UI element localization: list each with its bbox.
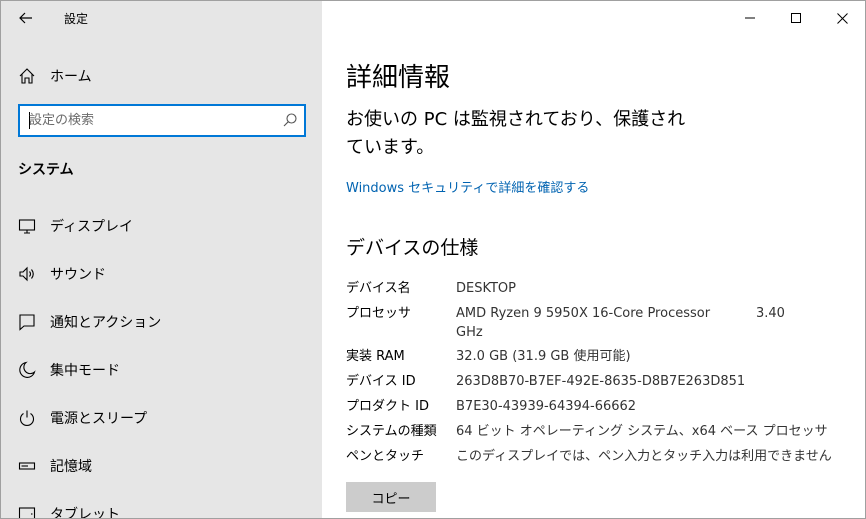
sidebar-item-sound[interactable]: サウンド xyxy=(1,254,322,294)
sidebar: 設定 ホーム システム ディスプレイ xyxy=(1,1,322,519)
back-arrow-icon xyxy=(19,12,32,24)
search-icon[interactable] xyxy=(282,112,298,128)
sidebar-item-focus[interactable]: 集中モード xyxy=(1,350,322,390)
sidebar-item-label: 電源とスリープ xyxy=(50,411,148,427)
spec-key: システムの種類 xyxy=(346,424,437,439)
sidebar-item-home[interactable]: ホーム xyxy=(1,59,322,91)
sidebar-item-label: 集中モード xyxy=(50,363,120,379)
storage-icon xyxy=(18,462,36,470)
home-icon xyxy=(19,68,35,84)
spec-key: 実装 RAM xyxy=(346,349,405,364)
sidebar-item-display[interactable]: ディスプレイ xyxy=(1,206,322,246)
search-input[interactable] xyxy=(20,106,270,135)
spec-value: 263D8B70-B7EF-492E-8635-D8B7E263D851 xyxy=(456,374,746,389)
copy-button[interactable]: コピー xyxy=(346,482,436,512)
sidebar-item-label: サウンド xyxy=(50,267,106,283)
search-box[interactable] xyxy=(18,104,306,137)
app-title: 設定 xyxy=(64,12,89,26)
sidebar-item-storage[interactable]: 記憶域 xyxy=(1,446,322,486)
sidebar-item-label: 通知とアクション xyxy=(50,315,162,331)
spec-value-unit: GHz xyxy=(456,325,483,340)
spec-value: AMD Ryzen 9 5950X 16-Core Processor xyxy=(456,306,711,321)
section-title: システム xyxy=(18,162,74,178)
spec-key: ペンとタッチ xyxy=(346,449,425,464)
page-title: 詳細情報 xyxy=(346,63,451,93)
spec-key: デバイス名 xyxy=(346,281,411,296)
speaker-icon xyxy=(19,266,34,282)
moon-icon xyxy=(19,361,36,378)
settings-window: 設定 ホーム システム ディスプレイ xyxy=(0,0,866,519)
spec-value: 32.0 GB (31.9 GB 使用可能) xyxy=(456,349,631,364)
spec-value: DESKTOP xyxy=(456,281,517,296)
device-specs-title: デバイスの仕様 xyxy=(346,237,479,259)
display-icon xyxy=(18,219,36,234)
sidebar-item-label: タブレット xyxy=(50,507,120,519)
sidebar-item-label: ホーム xyxy=(50,69,92,85)
sidebar-item-label: ディスプレイ xyxy=(50,219,134,235)
main-content: 詳細情報 お使いの PC は監視されており、保護されています。 Windows … xyxy=(322,1,865,518)
spec-key: デバイス ID xyxy=(346,374,416,389)
protection-status-heading: お使いの PC は監視されており、保護されています。 xyxy=(346,109,686,158)
spec-value: B7E30-43939-64394-66662 xyxy=(456,399,637,414)
sidebar-item-label: 記憶域 xyxy=(50,459,92,475)
spec-key: プロダクト ID xyxy=(346,399,429,414)
spec-key: プロセッサ xyxy=(346,306,412,321)
spec-value-speed: 3.40 xyxy=(756,306,785,321)
sidebar-item-tablet[interactable]: タブレット xyxy=(1,494,322,519)
sidebar-item-notifications[interactable]: 通知とアクション xyxy=(1,302,322,342)
windows-security-link[interactable]: Windows セキュリティで詳細を確認する xyxy=(346,177,589,196)
spec-value: 64 ビット オペレーティング システム、x64 ベース プロセッサ xyxy=(456,424,828,439)
notification-icon xyxy=(19,314,35,331)
sidebar-item-power[interactable]: 電源とスリープ xyxy=(1,398,322,438)
tablet-icon xyxy=(18,507,36,518)
back-button[interactable] xyxy=(12,5,40,31)
power-icon xyxy=(19,410,35,427)
spec-value: このディスプレイでは、ペン入力とタッチ入力は利用できません xyxy=(456,449,832,464)
